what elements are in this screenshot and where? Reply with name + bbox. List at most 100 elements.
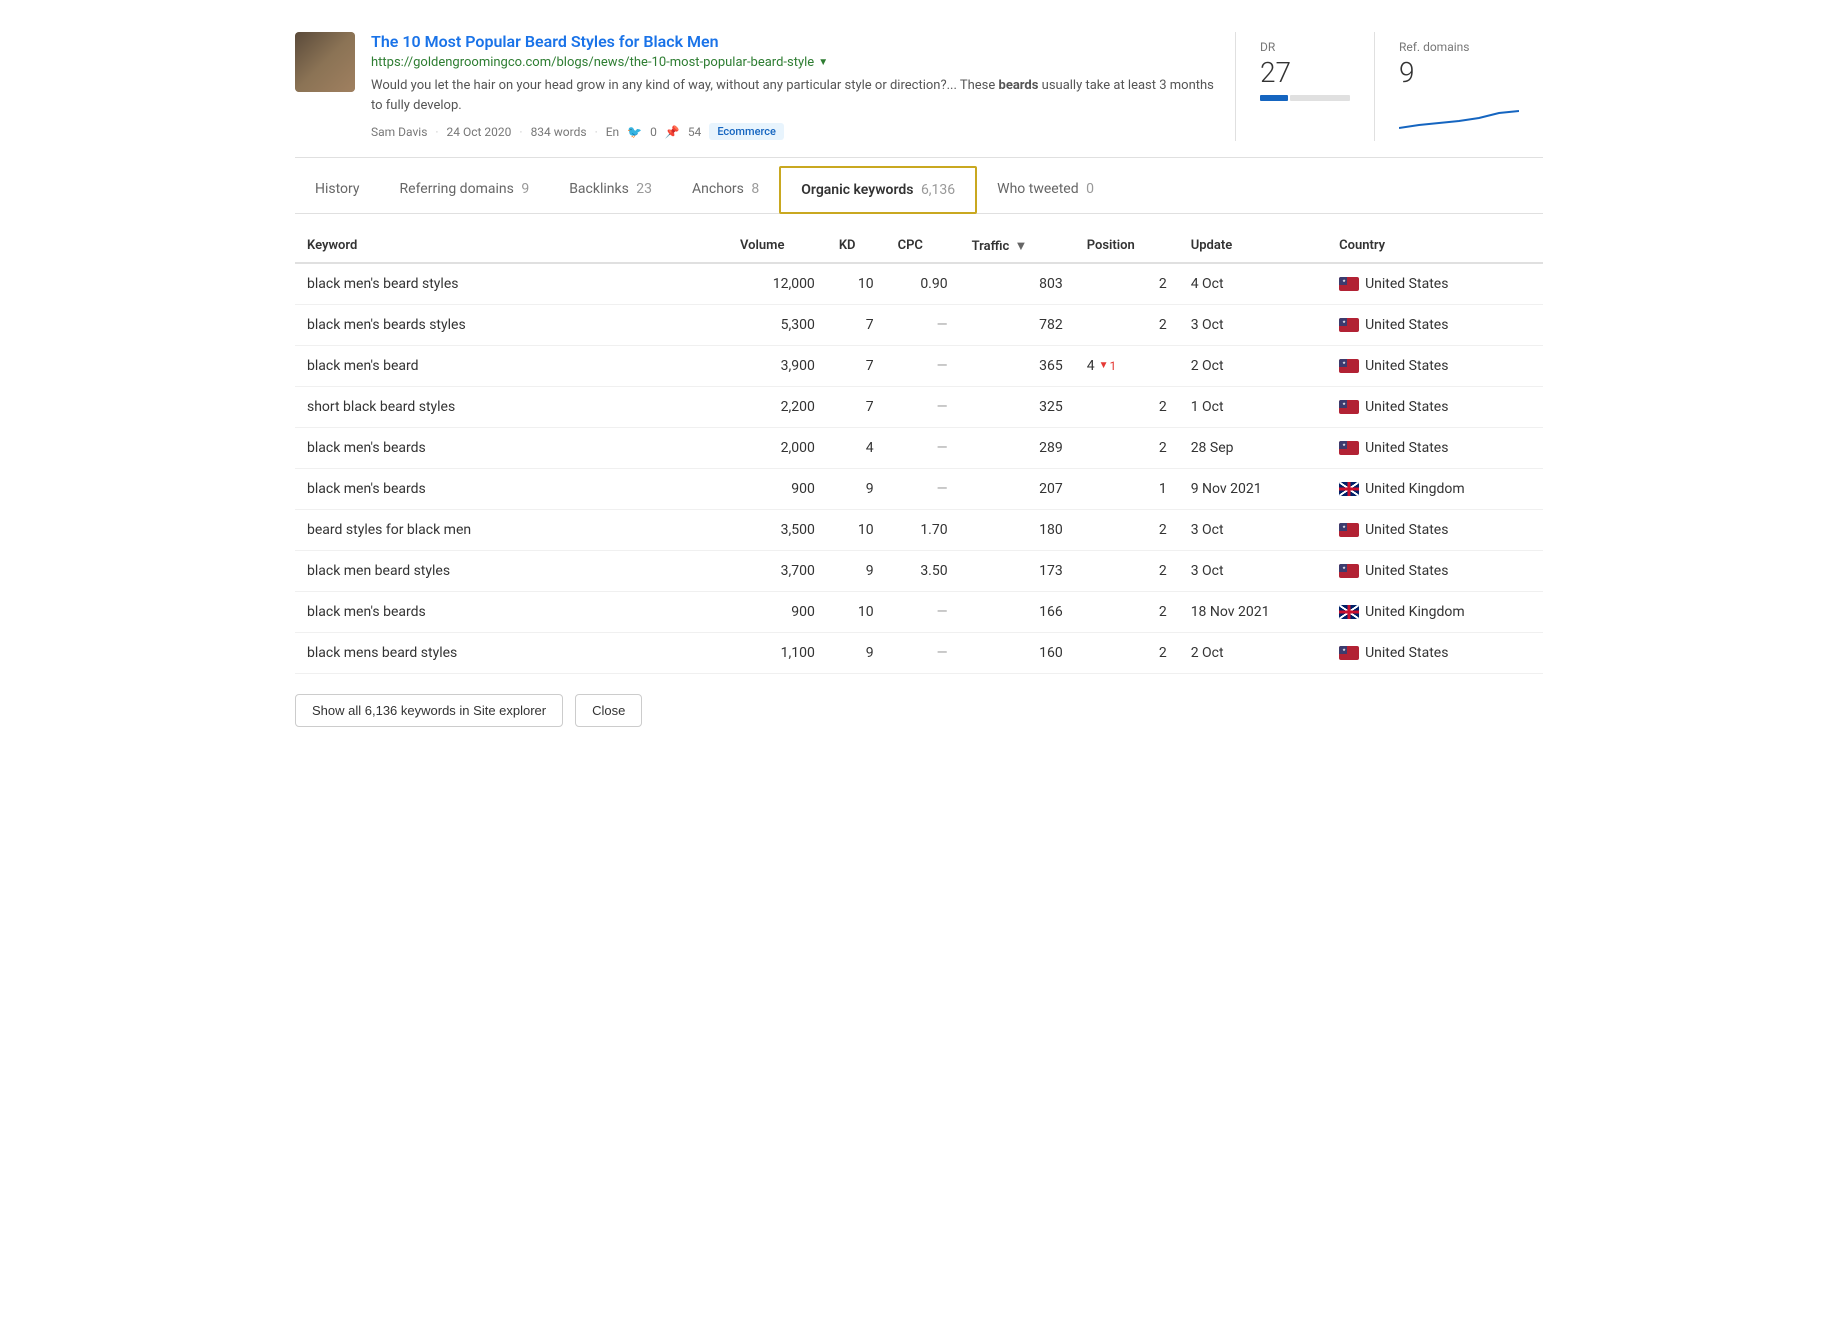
- table-row: short black beard styles2,2007—32521 Oct…: [295, 386, 1543, 427]
- keyword-cell: black men's beard: [295, 345, 728, 386]
- meta-sep2: ·: [519, 125, 522, 139]
- article-url-text[interactable]: https://goldengroomingco.com/blogs/news/…: [371, 55, 814, 70]
- uk-flag-icon: [1339, 482, 1359, 496]
- kd-cell: 7: [827, 345, 886, 386]
- tab-organic-keywords-count: 6,136: [921, 182, 955, 198]
- country-cell: United States: [1327, 345, 1543, 386]
- tab-anchors[interactable]: Anchors 8: [672, 167, 779, 213]
- traffic-cell: 365: [960, 345, 1075, 386]
- position-value: 4: [1087, 358, 1095, 374]
- cpc-cell: —: [886, 632, 960, 673]
- volume-cell: 2,200: [728, 386, 827, 427]
- keyword-cell: black men's beards: [295, 591, 728, 632]
- cpc-cell: —: [886, 468, 960, 509]
- us-flag-icon: [1339, 359, 1359, 373]
- keyword-cell: black men's beards: [295, 427, 728, 468]
- show-all-button[interactable]: Show all 6,136 keywords in Site explorer: [295, 694, 563, 727]
- country-name: United States: [1365, 645, 1448, 661]
- col-header-kd[interactable]: KD: [827, 230, 886, 263]
- country-cell: United States: [1327, 550, 1543, 591]
- tab-organic-keywords[interactable]: Organic keywords 6,136: [779, 166, 977, 214]
- country-name: United States: [1365, 317, 1448, 333]
- tab-backlinks[interactable]: Backlinks 23: [549, 167, 672, 213]
- thumbnail-image: [295, 32, 355, 92]
- country-container: United States: [1339, 645, 1531, 661]
- country-cell: United Kingdom: [1327, 591, 1543, 632]
- article-title[interactable]: The 10 Most Popular Beard Styles for Bla…: [371, 32, 1219, 51]
- cpc-cell: 3.50: [886, 550, 960, 591]
- table-row: black men's beard styles12,000100.908032…: [295, 263, 1543, 305]
- keyword-cell: beard styles for black men: [295, 509, 728, 550]
- bar-filled: [1260, 95, 1288, 101]
- tab-referring-domains[interactable]: Referring domains 9: [380, 167, 550, 213]
- meta-lang: En: [606, 125, 619, 139]
- country-container: United States: [1339, 563, 1531, 579]
- meta-twitter-icon: 🐦: [627, 125, 642, 139]
- col-header-country[interactable]: Country: [1327, 230, 1543, 263]
- us-flag-icon: [1339, 318, 1359, 332]
- keywords-table: Keyword Volume KD CPC Traffic ▼ Position…: [295, 230, 1543, 674]
- tab-anchors-count: 8: [751, 181, 759, 197]
- ref-domains-label: Ref. domains: [1399, 40, 1519, 54]
- col-header-cpc[interactable]: CPC: [886, 230, 960, 263]
- dr-value: 27: [1260, 58, 1350, 89]
- col-header-position[interactable]: Position: [1075, 230, 1179, 263]
- country-cell: United States: [1327, 632, 1543, 673]
- tab-who-tweeted-label: Who tweeted: [997, 181, 1078, 197]
- position-cell: 2: [1075, 263, 1179, 305]
- volume-cell: 900: [728, 591, 827, 632]
- kd-cell: 7: [827, 304, 886, 345]
- ref-domains-value: 9: [1399, 58, 1519, 89]
- kd-cell: 7: [827, 386, 886, 427]
- kd-cell: 9: [827, 550, 886, 591]
- tab-backlinks-count: 23: [636, 181, 652, 197]
- tab-history[interactable]: History: [295, 167, 380, 213]
- meta-date: 24 Oct 2020: [447, 125, 512, 139]
- traffic-cell: 782: [960, 304, 1075, 345]
- article-description: Would you let the hair on your head grow…: [371, 76, 1219, 115]
- table-row: black men's beards90010—166218 Nov 2021 …: [295, 591, 1543, 632]
- table-row: black men's beards styles5,3007—78223 Oc…: [295, 304, 1543, 345]
- bottom-actions: Show all 6,136 keywords in Site explorer…: [295, 694, 1543, 747]
- country-container: United States: [1339, 317, 1531, 333]
- col-header-traffic[interactable]: Traffic ▼: [960, 230, 1075, 263]
- tab-referring-domains-label: Referring domains: [400, 181, 514, 197]
- country-container: United Kingdom: [1339, 604, 1531, 620]
- close-button[interactable]: Close: [575, 694, 642, 727]
- update-cell: 2 Oct: [1179, 345, 1327, 386]
- meta-pinterest-count: 54: [688, 125, 702, 139]
- position-cell: 2: [1075, 386, 1179, 427]
- table-row: beard styles for black men3,500101.70180…: [295, 509, 1543, 550]
- tab-backlinks-label: Backlinks: [569, 181, 629, 197]
- tab-who-tweeted[interactable]: Who tweeted 0: [977, 167, 1114, 213]
- col-header-volume[interactable]: Volume: [728, 230, 827, 263]
- position-cell: 2: [1075, 427, 1179, 468]
- keyword-cell: black men's beard styles: [295, 263, 728, 305]
- ref-domains-metric: Ref. domains 9: [1374, 32, 1543, 141]
- update-cell: 2 Oct: [1179, 632, 1327, 673]
- cpc-cell: —: [886, 345, 960, 386]
- cpc-cell: —: [886, 386, 960, 427]
- table-row: black men's beards9009—20719 Nov 2021 Un…: [295, 468, 1543, 509]
- us-flag-icon: [1339, 646, 1359, 660]
- volume-cell: 3,700: [728, 550, 827, 591]
- url-dropdown-icon[interactable]: ▼: [818, 57, 828, 68]
- col-header-update[interactable]: Update: [1179, 230, 1327, 263]
- dr-bar: [1260, 95, 1350, 101]
- keyword-cell: black men beard styles: [295, 550, 728, 591]
- position-cell: 2: [1075, 550, 1179, 591]
- table-row: black men beard styles3,70093.5017323 Oc…: [295, 550, 1543, 591]
- keyword-cell: black mens beard styles: [295, 632, 728, 673]
- update-cell: 1 Oct: [1179, 386, 1327, 427]
- position-cell: 2: [1075, 632, 1179, 673]
- update-cell: 9 Nov 2021: [1179, 468, 1327, 509]
- update-cell: 3 Oct: [1179, 550, 1327, 591]
- position-cell: 4 ▼ 1: [1075, 345, 1179, 386]
- country-name: United Kingdom: [1365, 604, 1465, 620]
- traffic-cell: 325: [960, 386, 1075, 427]
- bar-empty: [1290, 95, 1350, 101]
- kd-cell: 4: [827, 427, 886, 468]
- cpc-cell: —: [886, 304, 960, 345]
- table-header-row: Keyword Volume KD CPC Traffic ▼ Position…: [295, 230, 1543, 263]
- country-name: United Kingdom: [1365, 481, 1465, 497]
